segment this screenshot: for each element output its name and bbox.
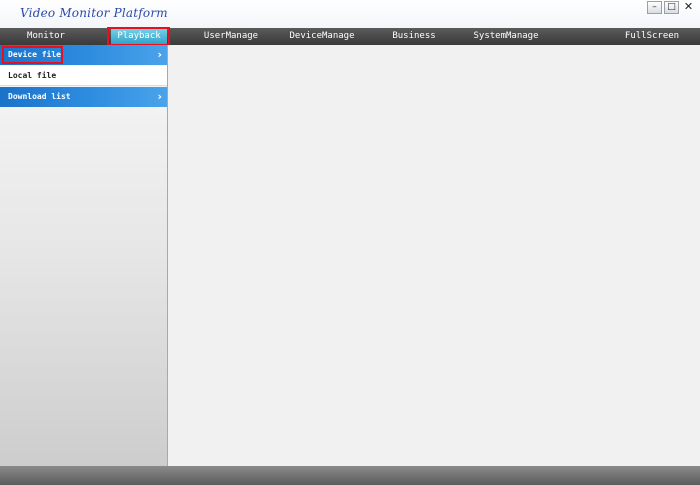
status-bar: [0, 466, 700, 485]
nav-fullscreen[interactable]: FullScreen: [618, 28, 686, 45]
nav-monitor[interactable]: Monitor: [14, 28, 78, 45]
app-window: Video Monitor Platform – □ ✕ Monitor Pla…: [0, 0, 700, 485]
sidebar-item-local-file[interactable]: Local file: [0, 66, 167, 86]
close-icon[interactable]: ✕: [681, 1, 696, 14]
maximize-icon[interactable]: □: [664, 1, 679, 14]
nav-systemmanage[interactable]: SystemManage: [468, 28, 544, 45]
nav-playback[interactable]: Playback: [111, 28, 167, 45]
sidebar-item-download-list[interactable]: Download list ›: [0, 87, 167, 107]
window-controls: – □ ✕: [647, 1, 696, 14]
nav-devicemanage[interactable]: DeviceManage: [284, 28, 360, 45]
app-title: Video Monitor Platform: [20, 6, 168, 20]
sidebar-item-device-file[interactable]: Device file ›: [0, 45, 167, 65]
nav-business[interactable]: Business: [384, 28, 444, 45]
chevron-right-icon: ›: [157, 48, 162, 61]
chevron-right-icon: ›: [157, 90, 162, 103]
sidebar-item-label: Local file: [8, 71, 57, 80]
content-area[interactable]: [168, 45, 700, 466]
main-nav: Monitor Playback UserManage DeviceManage…: [0, 28, 700, 45]
sidebar-item-label: Download list: [8, 92, 71, 101]
sidebar-item-label: Device file: [8, 50, 61, 59]
sidebar: Device file › Local file Download list ›: [0, 45, 168, 466]
minimize-icon[interactable]: –: [647, 1, 662, 14]
nav-usermanage[interactable]: UserManage: [196, 28, 266, 45]
title-bar[interactable]: Video Monitor Platform – □ ✕: [0, 0, 700, 28]
